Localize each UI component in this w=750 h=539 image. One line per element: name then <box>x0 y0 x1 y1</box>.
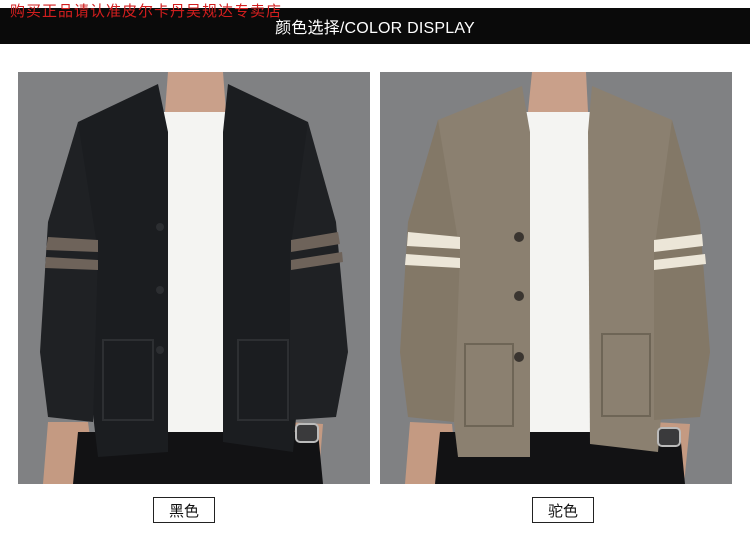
product-photo-black <box>18 72 370 484</box>
product-photo-camel <box>380 72 732 484</box>
banner-title: 颜色选择/COLOR DISPLAY <box>275 20 475 37</box>
watermark-text: 购买正品请认准皮尔卡丹吴规达专卖店 <box>10 2 283 20</box>
color-label-camel: 驼色 <box>532 497 594 523</box>
color-label-black: 黑色 <box>153 497 215 523</box>
